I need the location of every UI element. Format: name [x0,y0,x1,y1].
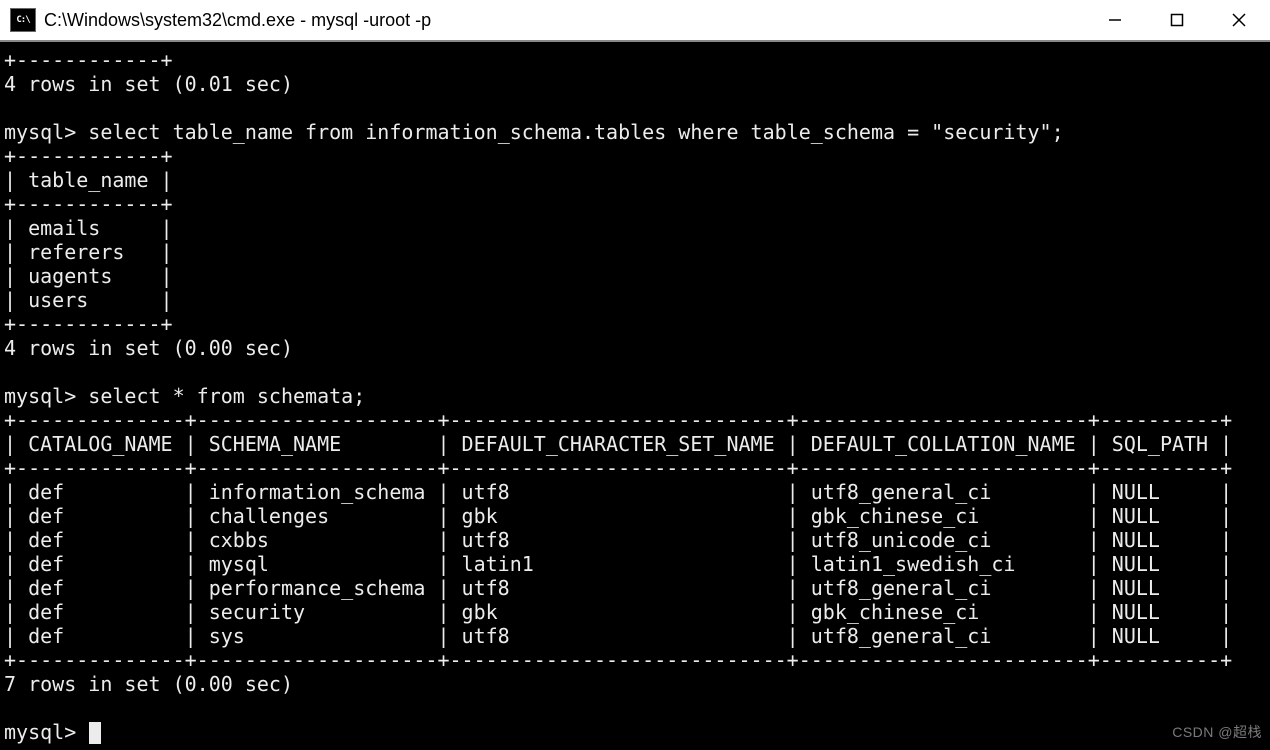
cursor [89,722,101,744]
table-row: | def | performance_schema | utf8 | utf8… [4,576,1232,600]
close-icon [1231,12,1247,28]
table-border: +--------------+--------------------+---… [4,456,1232,480]
table-row: | def | sys | utf8 | utf8_general_ci | N… [4,624,1232,648]
table-border: +------------+ [4,48,173,72]
maximize-icon [1169,12,1185,28]
window-title: C:\Windows\system32\cmd.exe - mysql -uro… [44,10,431,31]
table-border: +------------+ [4,144,173,168]
watermark: CSDN @超栈 [1172,720,1262,744]
titlebar-left: C:\ C:\Windows\system32\cmd.exe - mysql … [10,8,431,32]
table-border: +------------+ [4,192,173,216]
result-text: 7 rows in set (0.00 sec) [4,672,293,696]
maximize-button[interactable] [1146,0,1208,40]
table-row: | def | mysql | latin1 | latin1_swedish_… [4,552,1232,576]
terminal-area[interactable]: +------------+ 4 rows in set (0.01 sec) … [0,42,1270,750]
close-button[interactable] [1208,0,1270,40]
query-text: select * from schemata; [88,384,365,408]
prompt: mysql> [4,120,76,144]
table-row: | emails | [4,216,173,240]
result-text: 4 rows in set (0.00 sec) [4,336,293,360]
table-row: | def | information_schema | utf8 | utf8… [4,480,1232,504]
table-row: | users | [4,288,173,312]
table-row: | def | challenges | gbk | gbk_chinese_c… [4,504,1232,528]
prompt: mysql> [4,720,76,744]
table-border: +--------------+--------------------+---… [4,648,1232,672]
table-row: | referers | [4,240,173,264]
minimize-button[interactable] [1084,0,1146,40]
prompt: mysql> [4,384,76,408]
window-controls [1084,0,1270,40]
cmd-icon: C:\ [10,8,36,32]
table-row: | def | security | gbk | gbk_chinese_ci … [4,600,1232,624]
table-header: | table_name | [4,168,173,192]
table-border: +------------+ [4,312,173,336]
table-border: +--------------+--------------------+---… [4,408,1232,432]
titlebar[interactable]: C:\ C:\Windows\system32\cmd.exe - mysql … [0,0,1270,42]
query-text: select table_name from information_schem… [88,120,1063,144]
window: C:\ C:\Windows\system32\cmd.exe - mysql … [0,0,1270,750]
result-text: 4 rows in set (0.01 sec) [4,72,293,96]
table-header: | CATALOG_NAME | SCHEMA_NAME | DEFAULT_C… [4,432,1232,456]
table-row: | def | cxbbs | utf8 | utf8_unicode_ci |… [4,528,1232,552]
table-row: | uagents | [4,264,173,288]
minimize-icon [1107,12,1123,28]
